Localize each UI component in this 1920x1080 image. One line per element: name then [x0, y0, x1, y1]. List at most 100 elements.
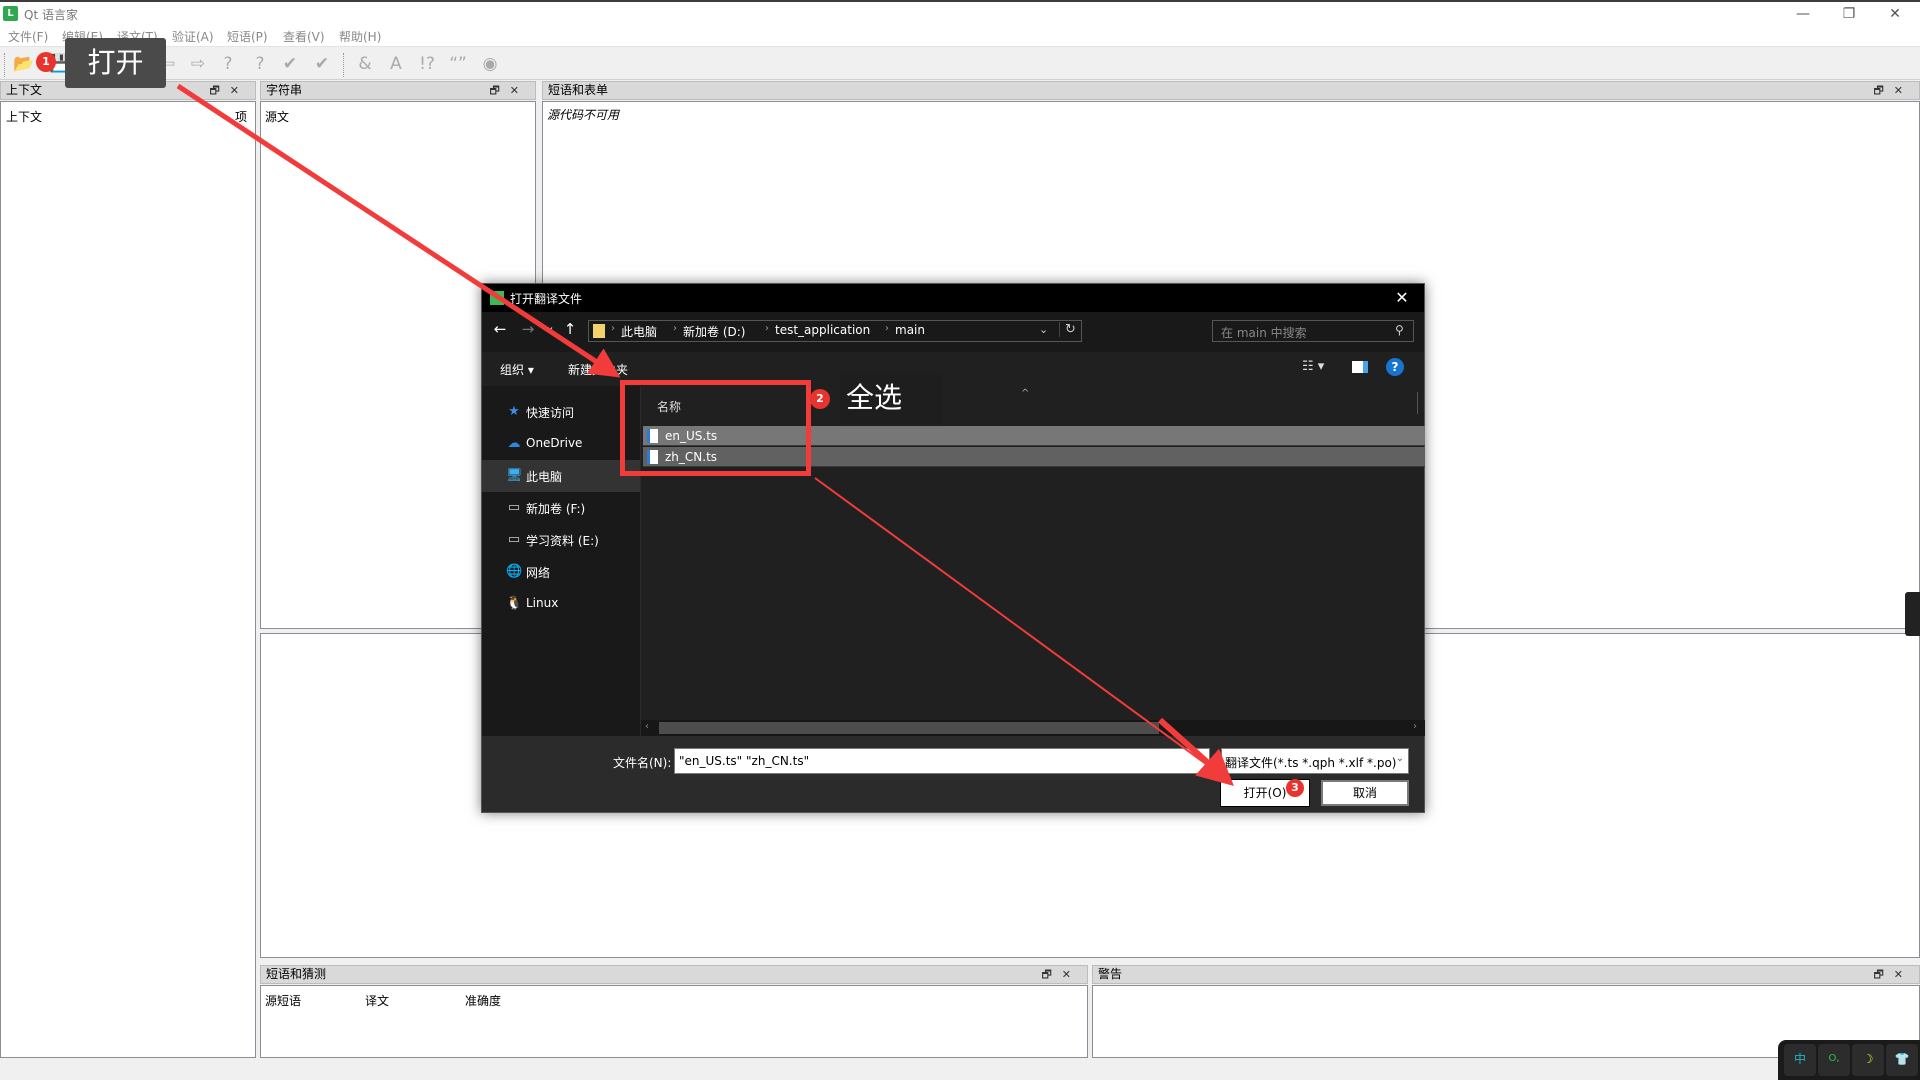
date-column-header[interactable]: 日期: [1423, 398, 1425, 415]
menu-view[interactable]: 查看(V): [283, 28, 325, 45]
breadcrumb-this-pc[interactable]: 此电脑: [621, 323, 657, 340]
nav-this-pc[interactable]: 🖥 此电脑: [482, 460, 640, 492]
select-all-highlight-box: [620, 380, 811, 476]
folder-icon: [593, 324, 605, 338]
phrases-guesses-title: 短语和猜测: [266, 967, 327, 981]
ime-chinese-mode[interactable]: 中: [1784, 1044, 1816, 1076]
warnings-title: 警告: [1098, 967, 1123, 981]
ime-skin-icon[interactable]: 👕: [1886, 1044, 1918, 1076]
close-window-button[interactable]: ✕: [1872, 4, 1918, 26]
toolbar-grip: [4, 53, 6, 77]
phrases-guesses-list[interactable]: 源短语 译文 准确度: [260, 985, 1088, 1058]
close-icon[interactable]: ✕: [1062, 968, 1081, 981]
float-icon[interactable]: 🗗: [209, 84, 229, 97]
search-placeholder: 在 main 中搜索: [1221, 326, 1307, 340]
ending-punctuation-icon[interactable]: A: [384, 53, 408, 75]
breadcrumb-test-application[interactable]: test_application: [775, 323, 870, 337]
sort-up-icon: ^: [1021, 388, 1030, 399]
address-bar[interactable]: › 此电脑 › 新加卷 (D:) › test_application › ma…: [588, 320, 1082, 342]
select-all-tooltip: 全选: [840, 373, 943, 425]
network-icon: 🌐: [506, 564, 523, 579]
forward-arrow-icon[interactable]: →: [518, 320, 538, 338]
app-icon: [490, 291, 504, 305]
restore-button[interactable]: ❐: [1826, 4, 1872, 26]
ime-punctuation-mode[interactable]: O,: [1818, 1044, 1850, 1076]
next-unfinished-icon[interactable]: ?: [248, 53, 272, 75]
navigation-pane: ★ 快速访问 ☁ OneDrive 🖥 此电脑 ▭ 新加卷 (F:) ▭ 学习资…: [482, 386, 640, 736]
context-list[interactable]: 上下文 项: [0, 101, 256, 1058]
menu-help[interactable]: 帮助(H): [339, 28, 381, 45]
phrases-guesses-header: 短语和猜测 🗗✕: [260, 965, 1088, 984]
dialog-title: 打开翻译文件: [510, 292, 583, 306]
punctuation-icon[interactable]: “”: [446, 53, 470, 75]
drive-icon: ▭: [507, 500, 521, 515]
phrases-forms-header: 短语和表单 🗗✕: [542, 81, 1920, 100]
nav-drive-e[interactable]: ▭ 学习资料 (E:): [482, 524, 640, 556]
scroll-right-icon[interactable]: ›: [1413, 721, 1417, 732]
minimize-button[interactable]: —: [1780, 4, 1826, 26]
dialog-close-button[interactable]: ✕: [1382, 286, 1422, 310]
open-folder-icon[interactable]: 📂: [12, 53, 36, 75]
search-input[interactable]: 在 main 中搜索 ⚲: [1212, 320, 1414, 342]
back-arrow-icon[interactable]: ←: [490, 320, 510, 338]
nav-quick-access[interactable]: ★ 快速访问: [482, 396, 640, 428]
close-icon[interactable]: ✕: [230, 84, 249, 97]
menu-validation[interactable]: 验证(A): [172, 28, 214, 45]
new-folder-button[interactable]: 新建文件夹: [568, 361, 628, 378]
done-checkmark-icon[interactable]: ✔: [278, 53, 302, 75]
breadcrumb-main[interactable]: main: [895, 323, 925, 337]
nav-linux[interactable]: 🐧 Linux: [482, 588, 640, 620]
dialog-title-bar: 打开翻译文件 ✕: [482, 284, 1424, 312]
float-icon[interactable]: 🗗: [489, 84, 509, 97]
breadcrumb-drive-d[interactable]: 新加卷 (D:): [683, 323, 745, 340]
close-icon[interactable]: ✕: [510, 84, 529, 97]
float-icon[interactable]: 🗗: [1873, 84, 1893, 97]
filetype-select[interactable]: 翻译文件(*.ts *.qph *.xlf *.po) ⌄: [1221, 748, 1409, 774]
nav-network[interactable]: 🌐 网络: [482, 556, 640, 588]
menu-file[interactable]: 文件(F): [8, 28, 48, 45]
menu-phrases[interactable]: 短语(P): [227, 28, 268, 45]
scroll-left-icon[interactable]: ‹: [645, 721, 649, 732]
warnings-header: 警告 🗗✕: [1092, 965, 1920, 984]
navigation-bar: ← → ⌄ ↑ › 此电脑 › 新加卷 (D:) › test_applicat…: [482, 312, 1424, 352]
recent-locations-icon[interactable]: ⌄: [540, 320, 560, 333]
preview-pane-icon[interactable]: [1352, 361, 1368, 373]
prev-unfinished-icon[interactable]: ?: [216, 53, 240, 75]
view-options-icon[interactable]: ☷ ▾: [1302, 359, 1324, 374]
source-phrase-column[interactable]: 源短语: [265, 992, 301, 1009]
cloud-icon: ☁: [507, 436, 521, 451]
side-handle[interactable]: [1905, 592, 1920, 636]
translation-column[interactable]: 译文: [365, 992, 389, 1009]
float-icon[interactable]: 🗗: [1041, 968, 1061, 981]
items-column-header[interactable]: 项: [235, 108, 247, 125]
accuracy-column[interactable]: 准确度: [465, 992, 501, 1009]
done-and-next-icon[interactable]: ✔: [310, 53, 334, 75]
strings-panel-title: 字符串: [266, 83, 303, 97]
next-arrow-icon[interactable]: ⇨: [186, 53, 210, 75]
refresh-icon[interactable]: ↻: [1059, 322, 1076, 337]
nav-onedrive[interactable]: ☁ OneDrive: [482, 428, 640, 460]
source-column-header[interactable]: 源文: [265, 108, 289, 125]
accelerators-icon[interactable]: &: [353, 53, 377, 75]
scrollbar-thumb[interactable]: [659, 722, 1159, 734]
toolbar: 📂 💾 🖶 📖 ⇦ ⇨ ? ? ✔ ✔ & A !? “” ◉: [0, 46, 1920, 80]
context-column-header[interactable]: 上下文: [6, 108, 42, 125]
cancel-button[interactable]: 取消: [1321, 780, 1409, 806]
phrase-matches-icon[interactable]: !?: [415, 53, 439, 75]
up-arrow-icon[interactable]: ↑: [560, 320, 580, 338]
filename-input[interactable]: "en_US.ts" "zh_CN.ts": [674, 748, 1210, 774]
column-divider[interactable]: [1417, 392, 1418, 414]
float-icon[interactable]: 🗗: [1873, 968, 1893, 981]
close-icon[interactable]: ✕: [1894, 968, 1913, 981]
ime-halfwidth-moon-icon[interactable]: ☽: [1852, 1044, 1884, 1076]
nav-drive-f[interactable]: ▭ 新加卷 (F:): [482, 492, 640, 524]
step-1-badge: 1: [36, 52, 56, 72]
place-markers-icon[interactable]: ◉: [478, 53, 502, 75]
step-2-badge: 2: [810, 389, 830, 409]
organize-button[interactable]: 组织 ▾: [500, 361, 534, 378]
help-icon[interactable]: ?: [1386, 358, 1404, 376]
computer-icon: 🖥: [506, 468, 523, 483]
close-icon[interactable]: ✕: [1894, 84, 1913, 97]
horizontal-scrollbar[interactable]: ‹ ›: [641, 720, 1425, 736]
address-dropdown-icon[interactable]: ⌄: [1039, 323, 1048, 336]
